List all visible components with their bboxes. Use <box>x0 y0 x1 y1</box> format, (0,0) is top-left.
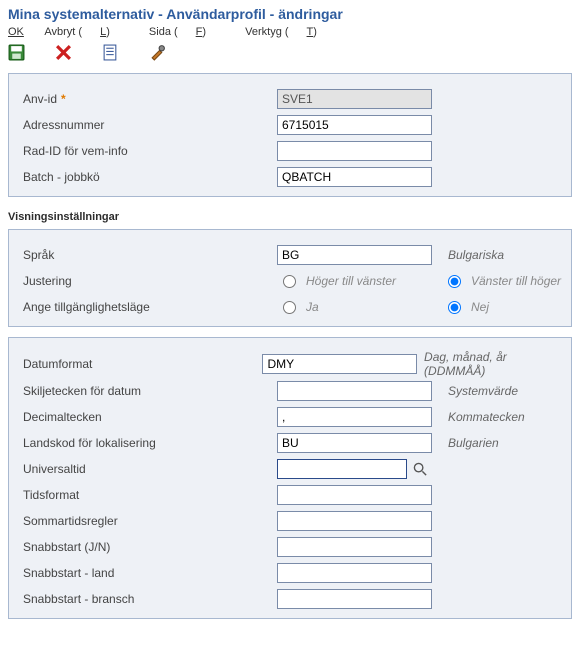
date-sep-desc: Systemvärde <box>442 384 518 398</box>
justification-rtl-radio[interactable] <box>283 275 296 288</box>
justification-ltr-label: Vänster till höger <box>471 274 561 288</box>
display-panel-1: Språk Bulgariska Justering Höger till vä… <box>8 229 572 327</box>
accessibility-no-label: Nej <box>471 300 489 314</box>
language-input[interactable] <box>277 245 432 265</box>
justification-label: Justering <box>17 274 277 288</box>
row-id-input[interactable] <box>277 141 432 161</box>
page-title: Mina systemalternativ - Användarprofil -… <box>0 0 580 24</box>
address-no-input[interactable] <box>277 115 432 135</box>
batch-queue-label: Batch - jobbkö <box>17 170 277 184</box>
menu-cancel[interactable]: Avbryt (L) <box>44 26 128 38</box>
decimal-desc: Kommatecken <box>442 410 525 424</box>
universal-time-label: Universaltid <box>17 462 277 476</box>
decimal-input[interactable] <box>277 407 432 427</box>
display-panel-2: Datumformat Dag, månad, år (DDMMÅÅ) Skil… <box>8 337 572 619</box>
toolbar <box>0 40 580 67</box>
fastpath-country-input[interactable] <box>277 563 432 583</box>
user-id-label: Anv-id* <box>17 92 277 106</box>
identity-panel: Anv-id* Adressnummer Rad-ID för vem-info… <box>8 73 572 197</box>
justification-ltr-radio[interactable] <box>448 275 461 288</box>
search-icon[interactable] <box>413 462 428 477</box>
address-no-label: Adressnummer <box>17 118 277 132</box>
fastpath-industry-label: Snabbstart - bransch <box>17 592 277 606</box>
display-settings-heading: Visningsinställningar <box>0 207 580 223</box>
date-format-input[interactable] <box>262 354 417 374</box>
date-sep-input[interactable] <box>277 381 432 401</box>
menu-page[interactable]: Sida (F) <box>149 26 224 38</box>
accessibility-label: Ange tillgänglighetsläge <box>17 300 277 314</box>
language-label: Språk <box>17 248 277 262</box>
tools-icon[interactable] <box>149 44 166 61</box>
universal-time-input[interactable] <box>277 459 407 479</box>
decimal-label: Decimaltecken <box>17 410 277 424</box>
fastpath-input[interactable] <box>277 537 432 557</box>
country-code-desc: Bulgarien <box>442 436 499 450</box>
time-format-input[interactable] <box>277 485 432 505</box>
accessibility-no-radio[interactable] <box>448 301 461 314</box>
country-code-input[interactable] <box>277 433 432 453</box>
menu-ok[interactable]: OK <box>8 26 24 38</box>
country-code-label: Landskod för lokalisering <box>17 436 277 450</box>
save-icon[interactable] <box>8 44 25 61</box>
row-id-label: Rad-ID för vem-info <box>17 144 277 158</box>
time-format-label: Tidsformat <box>17 488 277 502</box>
date-sep-label: Skiljetecken för datum <box>17 384 277 398</box>
page-icon[interactable] <box>102 44 119 61</box>
cancel-icon[interactable] <box>55 44 72 61</box>
dst-label: Sommartidsregler <box>17 514 277 528</box>
fastpath-label: Snabbstart (J/N) <box>17 540 277 554</box>
menu-tools[interactable]: Verktyg (T) <box>245 26 335 38</box>
justification-rtl-label: Höger till vänster <box>306 274 396 288</box>
fastpath-country-label: Snabbstart - land <box>17 566 277 580</box>
user-id-input <box>277 89 432 109</box>
date-format-label: Datumformat <box>17 357 262 371</box>
dst-input[interactable] <box>277 511 432 531</box>
fastpath-industry-input[interactable] <box>277 589 432 609</box>
menubar: OK Avbryt (L) Sida (F) Verktyg (T) <box>0 24 580 40</box>
accessibility-yes-label: Ja <box>306 300 319 314</box>
accessibility-yes-radio[interactable] <box>283 301 296 314</box>
language-desc: Bulgariska <box>442 248 504 262</box>
batch-queue-input[interactable] <box>277 167 432 187</box>
date-format-desc: Dag, månad, år (DDMMÅÅ) <box>418 350 563 378</box>
